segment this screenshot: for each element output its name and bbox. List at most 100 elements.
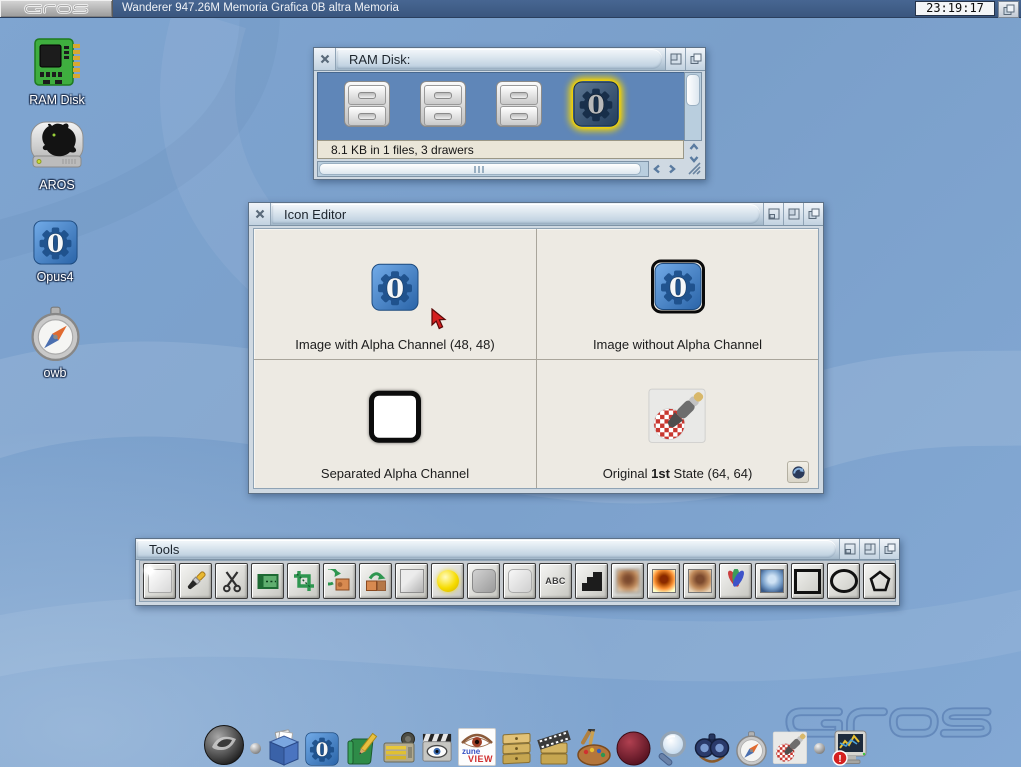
- alpha-mask-icon[interactable]: [369, 390, 421, 442]
- horizontal-scrollbar[interactable]: [317, 161, 649, 177]
- tool-shade-light[interactable]: [503, 563, 536, 599]
- scroll-right-button[interactable]: [666, 164, 678, 174]
- dock-amistart-menu[interactable]: [203, 724, 245, 766]
- dock-system-alert-monitor[interactable]: !: [830, 729, 869, 766]
- scroll-up-button[interactable]: [688, 142, 700, 152]
- drawer-icon[interactable]: [496, 81, 542, 127]
- amistart-menu-icon: [203, 724, 245, 766]
- tool-flat-square[interactable]: [395, 563, 428, 599]
- tool-original-photo[interactable]: [683, 563, 716, 599]
- states-cycle-icon[interactable]: [787, 461, 809, 483]
- tool-crop[interactable]: [287, 563, 320, 599]
- tool-negative-photo[interactable]: [755, 563, 788, 599]
- tool-flip-image[interactable]: [359, 563, 392, 599]
- drawer-icon[interactable]: [344, 81, 390, 127]
- depth-button[interactable]: [685, 48, 705, 70]
- binoculars-icon: [693, 730, 731, 766]
- dock: zune VIEW: [203, 724, 869, 767]
- panel-separated-alpha[interactable]: Separated Alpha Channel: [254, 359, 536, 489]
- dock-paint-palette[interactable]: [575, 729, 613, 766]
- panel-image-with-alpha[interactable]: Image with Alpha Channel (48, 48): [254, 229, 536, 359]
- tool-sharpen-photo[interactable]: [647, 563, 680, 599]
- horizontal-scroll-thumb[interactable]: [319, 163, 641, 175]
- window-title: Tools: [137, 540, 836, 558]
- vertical-scroll-thumb[interactable]: [686, 74, 700, 106]
- dock-owb-browser[interactable]: [734, 731, 769, 766]
- tool-gradient-steps[interactable]: [575, 563, 608, 599]
- dock-dark-sphere[interactable]: [616, 731, 651, 766]
- dock-binoculars[interactable]: [693, 730, 731, 766]
- tool-paintbrush[interactable]: [179, 563, 212, 599]
- minimize-button[interactable]: [763, 203, 783, 225]
- original-photo-icon: [688, 569, 712, 593]
- tool-color-sphere[interactable]: [431, 563, 464, 599]
- dock-wanderer[interactable]: [266, 729, 302, 766]
- drawer-icon[interactable]: [420, 81, 466, 127]
- panel-label: Image without Alpha Channel: [593, 337, 762, 352]
- rotate-image-icon: [328, 569, 352, 593]
- dock-separator-ball: [814, 743, 825, 754]
- close-button[interactable]: [249, 203, 271, 225]
- ellipse-outline-icon: [830, 569, 858, 593]
- toolbar: ABC: [139, 560, 896, 602]
- close-button[interactable]: [314, 48, 336, 70]
- dock-media-box[interactable]: [381, 730, 417, 766]
- preview-gear-alpha-icon[interactable]: [371, 263, 419, 311]
- desktop-icon-opus4[interactable]: Opus4: [28, 220, 82, 284]
- scissors-icon: [220, 569, 244, 593]
- wanderer-box-icon: [266, 729, 302, 766]
- tool-rotate-image[interactable]: [323, 563, 356, 599]
- zoom-button[interactable]: [859, 539, 879, 559]
- minimize-button[interactable]: [839, 539, 859, 559]
- panel-label: Original 1st State (64, 64): [603, 466, 753, 481]
- panel-image-without-alpha[interactable]: Image without Alpha Channel: [536, 229, 818, 359]
- preview-gear-no-alpha-icon[interactable]: [651, 259, 705, 313]
- sharpen-photo-icon: [652, 569, 676, 593]
- icon-editor-boing-brush-icon: [772, 729, 809, 766]
- dock-zuneview[interactable]: zune VIEW: [458, 728, 496, 766]
- new-image-icon: [148, 569, 172, 593]
- desktop-icon-ram-disk[interactable]: RAM Disk: [24, 36, 90, 107]
- dock-notebook[interactable]: [342, 730, 378, 766]
- tool-rectangle-outline[interactable]: [791, 563, 824, 599]
- tool-shade-dark[interactable]: [467, 563, 500, 599]
- selected-gear-icon[interactable]: [573, 81, 619, 127]
- zoom-button[interactable]: [783, 203, 803, 225]
- tools-titlebar[interactable]: Tools: [136, 539, 899, 560]
- paint-palette-icon: [575, 729, 613, 766]
- tool-rgb-fan[interactable]: [719, 563, 752, 599]
- window-resize-grip[interactable]: [686, 160, 702, 176]
- tool-selection[interactable]: [251, 563, 284, 599]
- vertical-scrollbar[interactable]: [684, 72, 702, 141]
- depth-button[interactable]: [879, 539, 899, 559]
- tool-polygon-outline[interactable]: [863, 563, 896, 599]
- tool-text-abc[interactable]: ABC: [539, 563, 572, 599]
- ram-window-titlebar[interactable]: RAM Disk:: [314, 48, 705, 71]
- screen-bar: Wanderer 947.26M Memoria Grafica 0B altr…: [0, 0, 1021, 18]
- dock-separator-ball: [250, 743, 261, 754]
- icon-editor-titlebar[interactable]: Icon Editor: [249, 203, 823, 226]
- aros-logo: [0, 0, 113, 17]
- dock-icon-editor[interactable]: [772, 729, 809, 766]
- depth-button[interactable]: [803, 203, 823, 225]
- window-title: Icon Editor: [272, 204, 760, 224]
- dock-movie-viewer[interactable]: [420, 731, 455, 766]
- dock-magnifier[interactable]: [654, 730, 690, 766]
- screen-depth-button[interactable]: [998, 1, 1019, 18]
- zoom-button[interactable]: [665, 48, 685, 70]
- panel-original-state[interactable]: Original 1st State (64, 64): [536, 359, 818, 489]
- dock-opus[interactable]: [305, 732, 339, 766]
- dock-drawer-cabinet[interactable]: [499, 729, 533, 766]
- boing-brush-icon[interactable]: [647, 384, 709, 446]
- desktop-icon-owb[interactable]: owb: [26, 306, 84, 380]
- tool-scissors[interactable]: [215, 563, 248, 599]
- tool-blur-photo[interactable]: [611, 563, 644, 599]
- polygon-outline-icon: [868, 569, 892, 593]
- dock-film-cabinet[interactable]: [536, 729, 572, 766]
- text-abc-icon: ABC: [544, 569, 568, 593]
- scroll-left-button[interactable]: [651, 164, 663, 174]
- file-list-area[interactable]: [317, 72, 686, 141]
- desktop-icon-aros[interactable]: AROS: [24, 117, 90, 192]
- tool-new-image[interactable]: [143, 563, 176, 599]
- tool-ellipse-outline[interactable]: [827, 563, 860, 599]
